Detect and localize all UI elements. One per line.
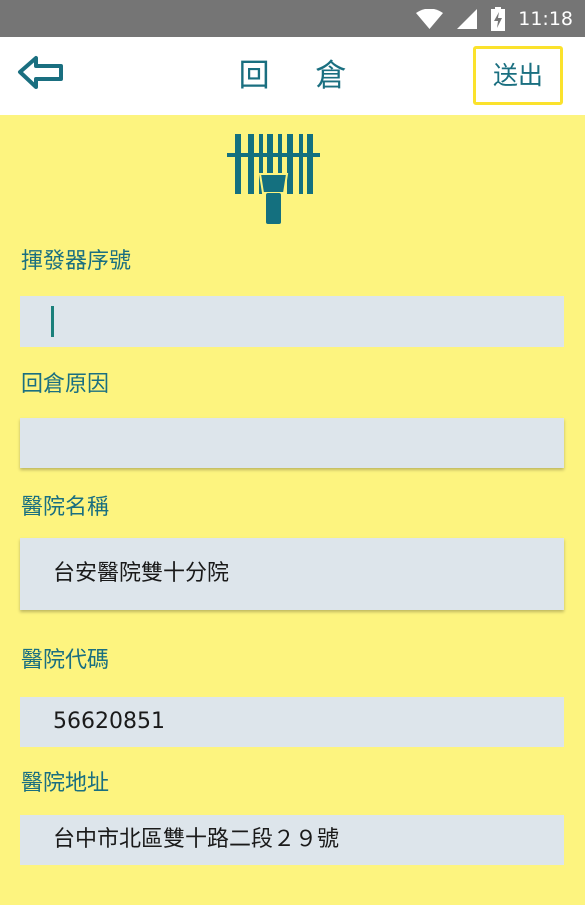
- text-caret: [51, 306, 54, 337]
- label-hospital-name: 醫院名稱: [21, 495, 110, 520]
- arrow-left-icon: [18, 56, 63, 89]
- label-return-reason: 回倉原因: [21, 372, 110, 397]
- cell-signal-icon: [457, 9, 477, 29]
- hospital-code-field[interactable]: 56620851: [20, 697, 564, 747]
- label-hospital-address: 醫院地址: [21, 771, 110, 796]
- hospital-name-field[interactable]: 台安醫院雙十分院: [20, 538, 564, 610]
- status-icons: [416, 7, 505, 31]
- wifi-icon: [416, 9, 443, 29]
- label-hospital-code: 醫院代碼: [21, 648, 110, 673]
- barcode-scanner-icon: [227, 134, 320, 224]
- return-reason-input[interactable]: [20, 418, 564, 468]
- submit-button[interactable]: 送出: [473, 46, 563, 105]
- vaporizer-serial-field[interactable]: [53, 296, 564, 347]
- battery-charging-icon: [491, 7, 505, 31]
- return-reason-field[interactable]: [53, 418, 564, 468]
- back-button[interactable]: [16, 53, 72, 97]
- status-bar: 11:18: [0, 0, 585, 37]
- label-vaporizer-serial: 揮發器序號: [21, 249, 132, 274]
- status-time: 11:18: [518, 8, 573, 30]
- app-bar: 回 倉 送出: [0, 37, 585, 115]
- vaporizer-serial-input[interactable]: [20, 296, 564, 347]
- hospital-address-field[interactable]: 台中市北區雙十路二段２９號: [20, 815, 564, 865]
